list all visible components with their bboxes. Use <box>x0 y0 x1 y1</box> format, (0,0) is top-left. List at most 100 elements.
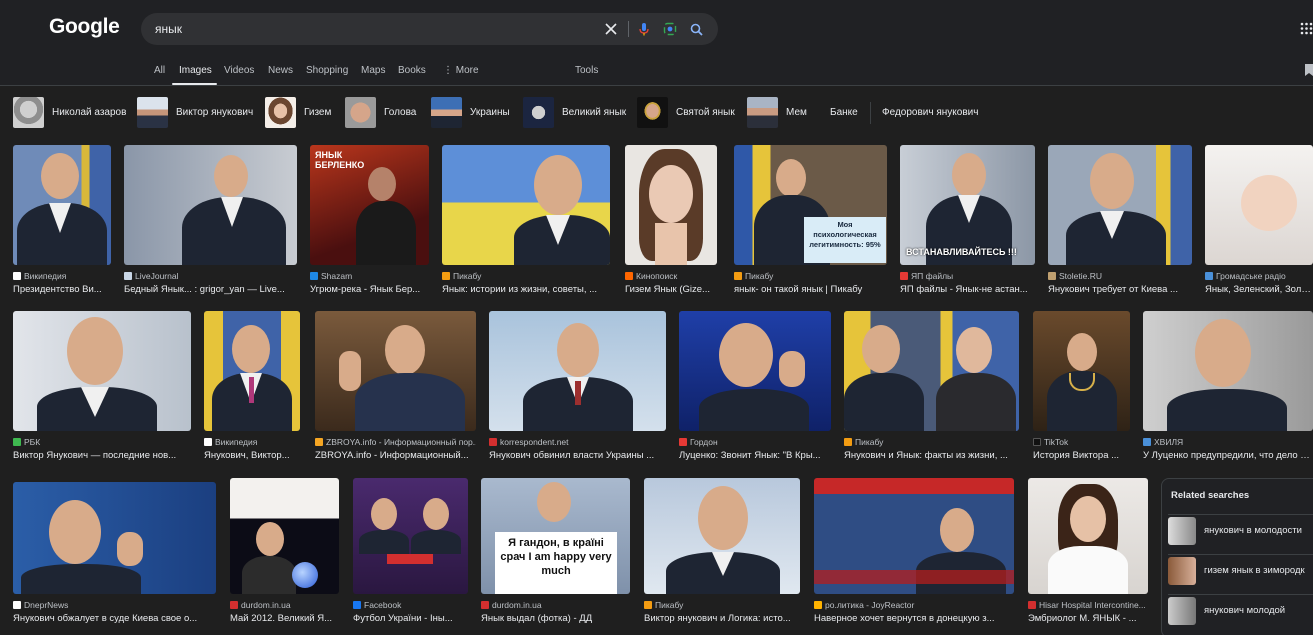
result-title[interactable]: Луценко: Звонит Янык: "В Кры... <box>679 450 831 461</box>
result-thumbnail[interactable] <box>679 311 831 431</box>
image-result[interactable]: Stoletie.RU Янукович требует от Киева ..… <box>1048 145 1192 295</box>
image-result[interactable]: Пикабу Янык: истории из жизни, советы, .… <box>442 145 610 295</box>
microphone-icon[interactable] <box>635 20 653 38</box>
result-thumbnail[interactable] <box>13 145 111 265</box>
chip-viktor-yanukovych[interactable]: Виктор янукович <box>137 96 253 128</box>
tab-all[interactable]: All <box>154 65 165 76</box>
result-thumbnail[interactable] <box>204 311 300 431</box>
image-result[interactable]: po.литика - JoyReactor Наверное хочет ве… <box>814 478 1014 624</box>
tools-button[interactable]: Tools <box>575 65 598 76</box>
result-title[interactable]: Виктор Янукович — последние нов... <box>13 450 191 461</box>
image-result[interactable]: ZBROYA.info - Информационный пор... ZBRO… <box>315 311 476 461</box>
result-title[interactable]: Виктор янукович и Логика: исто... <box>644 613 800 624</box>
result-title[interactable]: ЯП файлы - Янык-не астан... <box>900 284 1035 295</box>
result-thumbnail[interactable] <box>353 478 468 594</box>
image-result[interactable]: TikTok История Виктора ... <box>1033 311 1130 461</box>
search-box[interactable] <box>141 13 718 45</box>
related-search-item[interactable]: янукович молодой <box>1168 594 1313 626</box>
result-title[interactable]: Янукович, Виктор... <box>204 450 300 461</box>
result-thumbnail[interactable] <box>844 311 1019 431</box>
tab-images[interactable]: Images <box>179 65 212 76</box>
bookmark-icon[interactable] <box>1305 64 1313 79</box>
chip-golova[interactable]: Голова <box>345 96 416 128</box>
result-thumbnail[interactable] <box>230 478 339 594</box>
image-result[interactable]: DneprNews Янукович обжалует в суде Киева… <box>13 482 216 624</box>
image-result[interactable]: Пикабу Янукович и Янык: факты из жизни, … <box>844 311 1019 461</box>
image-result[interactable]: Википедия Янукович, Виктор... <box>204 311 300 461</box>
image-result[interactable]: LiveJournal Бедный Янык... : grigor_yan … <box>124 145 297 295</box>
lens-icon[interactable] <box>661 20 679 38</box>
image-result[interactable]: ХВИЛЯ У Луценко предупредили, что дело о… <box>1143 311 1313 461</box>
result-title[interactable]: янык- он такой янык | Пикабу <box>734 284 887 295</box>
result-title[interactable]: Гизем Янык (Gize... <box>625 284 717 295</box>
result-title[interactable]: Янык, Зеленский, Золу... <box>1205 284 1313 295</box>
result-title[interactable]: У Луценко предупредили, что дело о ... <box>1143 450 1313 461</box>
related-search-item[interactable]: янукович в молодости <box>1168 514 1313 546</box>
image-result[interactable]: durdom.in.ua Май 2012. Великий Я... <box>230 478 339 624</box>
close-icon[interactable] <box>602 20 620 38</box>
image-result[interactable]: korrespondent.net Янукович обвинил власт… <box>489 311 666 461</box>
chip-svyatoy-yanyk[interactable]: Святой янык <box>637 96 735 128</box>
result-thumbnail[interactable]: Я гандон, в країні срач I am happy very … <box>481 478 630 594</box>
result-thumbnail[interactable] <box>442 145 610 265</box>
image-result[interactable]: ВСТАНАВЛИВАЙТЕСЬ !!! ЯП файлы ЯП файлы -… <box>900 145 1035 295</box>
result-title[interactable]: Янукович обжалует в суде Киева свое о... <box>13 613 216 624</box>
chip-nikolay-azarov[interactable]: Николай азаров <box>13 96 126 128</box>
search-input[interactable] <box>155 19 595 39</box>
tab-books[interactable]: Books <box>398 65 426 76</box>
result-title[interactable]: Президентство Ви... <box>13 284 111 295</box>
result-thumbnail[interactable]: ЯНЫК БЕРЛЕНКО <box>310 145 429 265</box>
tab-shopping[interactable]: Shopping <box>306 65 348 76</box>
related-search-item[interactable]: гизем янык в зимородк <box>1168 554 1313 586</box>
result-thumbnail[interactable] <box>315 311 476 431</box>
image-result[interactable]: Википедия Президентство Ви... <box>13 145 111 295</box>
image-result[interactable]: Кинопоиск Гизем Янык (Gize... <box>625 145 717 295</box>
result-title[interactable]: Янукович требует от Киева ... <box>1048 284 1192 295</box>
image-result[interactable]: Hisar Hospital Intercontine... Эмбриолог… <box>1028 478 1148 624</box>
result-title[interactable]: Эмбриолог М. ЯНЫК - ... <box>1028 613 1148 624</box>
result-thumbnail[interactable] <box>1143 311 1313 431</box>
chip-banke[interactable]: Банке <box>830 96 858 128</box>
result-thumbnail[interactable] <box>644 478 800 594</box>
result-thumbnail[interactable] <box>124 145 297 265</box>
chip-ukrainy[interactable]: Украины <box>431 96 510 128</box>
tab-videos[interactable]: Videos <box>224 65 254 76</box>
result-thumbnail[interactable] <box>13 482 216 594</box>
result-title[interactable]: История Виктора ... <box>1033 450 1130 461</box>
image-result[interactable]: Моя психологическая легитимность: 95% Пи… <box>734 145 887 295</box>
tab-more[interactable]: ⋮ More <box>443 65 479 76</box>
result-title[interactable]: Янык: истории из жизни, советы, ... <box>442 284 610 295</box>
result-thumbnail[interactable] <box>1033 311 1130 431</box>
image-result[interactable]: Я гандон, в країні срач I am happy very … <box>481 478 630 624</box>
result-thumbnail[interactable]: ВСТАНАВЛИВАЙТЕСЬ !!! <box>900 145 1035 265</box>
chip-mem[interactable]: Мем <box>747 96 807 128</box>
result-thumbnail[interactable] <box>1028 478 1148 594</box>
image-result[interactable]: Пикабу Виктор янукович и Логика: исто... <box>644 478 800 624</box>
result-title[interactable]: Янукович и Янык: факты из жизни, ... <box>844 450 1019 461</box>
chip-fedorovich-yanukovych[interactable]: Федорович янукович <box>882 96 978 128</box>
result-thumbnail[interactable] <box>13 311 191 431</box>
image-result[interactable]: РБК Виктор Янукович — последние нов... <box>13 311 191 461</box>
result-thumbnail[interactable] <box>1048 145 1192 265</box>
result-thumbnail[interactable] <box>1205 145 1313 265</box>
chip-velikiy-yanyk[interactable]: Великий янык <box>523 96 626 128</box>
image-result[interactable]: Facebook Футбол України - Іны... <box>353 478 468 624</box>
result-title[interactable]: Бедный Янык... : grigor_yan — Live... <box>124 284 297 295</box>
result-title[interactable]: Май 2012. Великий Я... <box>230 613 339 624</box>
result-thumbnail[interactable] <box>489 311 666 431</box>
result-title[interactable]: Футбол України - Іны... <box>353 613 468 624</box>
apps-grid-icon[interactable] <box>1300 22 1313 35</box>
result-title[interactable]: Янукович обвинил власти Украины ... <box>489 450 666 461</box>
result-title[interactable]: ZBROYA.info - Информационный... <box>315 450 476 461</box>
result-thumbnail[interactable]: Моя психологическая легитимность: 95% <box>734 145 887 265</box>
result-thumbnail[interactable] <box>814 478 1014 594</box>
image-result[interactable]: ЯНЫК БЕРЛЕНКО Shazam Угрюм-река - Янык Б… <box>310 145 429 295</box>
result-thumbnail[interactable] <box>625 145 717 265</box>
image-result[interactable]: Гордон Луценко: Звонит Янык: "В Кры... <box>679 311 831 461</box>
result-title[interactable]: Угрюм-река - Янык Бер... <box>310 284 429 295</box>
chip-gizem[interactable]: Гизем <box>265 96 331 128</box>
image-result[interactable]: Громадське радіо Янык, Зеленский, Золу..… <box>1205 145 1313 295</box>
result-title[interactable]: Янык выдал (фотка) - ДД <box>481 613 630 624</box>
tab-maps[interactable]: Maps <box>361 65 385 76</box>
search-icon[interactable] <box>687 20 705 38</box>
